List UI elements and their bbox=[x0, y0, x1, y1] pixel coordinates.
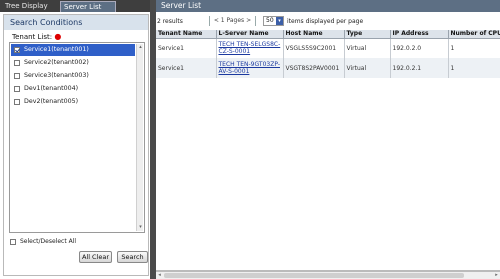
cell-cpus: 1 bbox=[448, 38, 500, 58]
tenant-item-label: Service1(tenant001) bbox=[24, 46, 89, 53]
server-table: Tenant Name L-Server Name Host Name Type… bbox=[156, 30, 500, 78]
cell-tenant: Service1 bbox=[156, 38, 217, 58]
table-horizontal-scrollbar[interactable]: ◂ ▸ bbox=[156, 271, 500, 279]
tenant-item-label: Service3(tenant003) bbox=[24, 72, 89, 79]
scroll-up-icon[interactable]: ▴ bbox=[138, 45, 143, 50]
lserver-link[interactable]: TECH TEN-SELGS8C-CZ-S-0001 bbox=[219, 41, 281, 55]
pagination-bar: 2 results < 1 Pages > 50 ▾ items display… bbox=[156, 12, 500, 30]
table-row[interactable]: Service1 TECH TEN-SELGS8C-CZ-S-0001 VSGL… bbox=[156, 38, 500, 58]
tenant-list[interactable]: Service1(tenant001) Service2(tenant002) … bbox=[9, 42, 145, 233]
column-header-cpus[interactable]: Number of CPUs bbox=[448, 30, 500, 39]
cell-lserver: TECH TEN-SELGS8C-CZ-S-0001 bbox=[216, 38, 284, 58]
tenant-checkbox[interactable] bbox=[14, 60, 20, 66]
column-header-ip-address[interactable]: IP Address bbox=[390, 30, 449, 39]
tenant-item-service1[interactable]: Service1(tenant001) bbox=[11, 44, 135, 56]
select-all-label: Select/Deselect All bbox=[20, 238, 77, 245]
scroll-right-icon[interactable]: ▸ bbox=[493, 272, 500, 279]
cell-tenant: Service1 bbox=[156, 58, 217, 78]
per-page-select[interactable]: 50 ▾ bbox=[263, 16, 284, 26]
column-header-host-name[interactable]: Host Name bbox=[283, 30, 345, 39]
page-navigator[interactable]: < 1 Pages > bbox=[209, 16, 256, 26]
cell-ip: 192.0.2.0 bbox=[390, 38, 449, 58]
scroll-left-icon[interactable]: ◂ bbox=[156, 272, 163, 279]
search-conditions-title: Search Conditions bbox=[4, 15, 148, 30]
column-header-tenant-name[interactable]: Tenant Name bbox=[156, 30, 217, 39]
tenant-item-service3[interactable]: Service3(tenant003) bbox=[11, 70, 135, 82]
tab-tree-display[interactable]: Tree Display bbox=[2, 1, 60, 12]
scrollbar-thumb[interactable] bbox=[164, 273, 464, 278]
tenant-checkbox[interactable] bbox=[14, 99, 20, 105]
tenant-checkbox[interactable] bbox=[14, 73, 20, 79]
results-count: 2 results bbox=[157, 18, 183, 25]
tenant-list-label: Tenant List: bbox=[12, 33, 53, 41]
cell-host: VSGT8S2PAV0001 bbox=[283, 58, 345, 78]
tenant-item-dev1[interactable]: Dev1(tenant004) bbox=[11, 83, 135, 95]
select-all-toggle[interactable]: Select/Deselect All bbox=[9, 237, 99, 247]
tenant-checkbox[interactable] bbox=[14, 47, 20, 53]
tenant-checkbox[interactable] bbox=[14, 86, 20, 92]
tenant-list-scrollbar[interactable]: ▴ ▾ bbox=[136, 44, 143, 231]
table-row[interactable]: Service1 TECH TEN-9GT03ZP-AV-S-0001 VSGT… bbox=[156, 58, 500, 78]
cell-host: VSGLS5S9C2001 bbox=[283, 38, 345, 58]
tenant-item-label: Service2(tenant002) bbox=[24, 59, 89, 66]
required-icon: ● bbox=[54, 32, 62, 41]
left-pane: Tree Display Server List Search Conditio… bbox=[0, 0, 150, 279]
per-page-label: items displayed per page bbox=[287, 18, 364, 25]
scroll-down-icon[interactable]: ▾ bbox=[138, 225, 143, 230]
tenant-item-label: Dev1(tenant004) bbox=[24, 85, 79, 92]
cell-cpus: 1 bbox=[448, 58, 500, 78]
server-list-title: Server List bbox=[156, 0, 500, 12]
tenant-item-label: Dev2(tenant005) bbox=[24, 98, 79, 105]
column-header-type[interactable]: Type bbox=[344, 30, 391, 39]
search-button[interactable]: Search bbox=[117, 251, 148, 263]
tenant-list-heading: Tenant List: ● bbox=[12, 32, 61, 41]
server-list-pane: Server List 2 results < 1 Pages > 50 ▾ i… bbox=[156, 0, 500, 279]
cell-type: Virtual bbox=[344, 38, 391, 58]
search-conditions-panel: Search Conditions Tenant List: ● Service… bbox=[3, 14, 149, 276]
tab-bar: Tree Display Server List bbox=[0, 0, 150, 12]
table-header-row: Tenant Name L-Server Name Host Name Type… bbox=[156, 30, 500, 39]
tenant-item-dev2[interactable]: Dev2(tenant005) bbox=[11, 96, 135, 108]
chevron-down-icon[interactable]: ▾ bbox=[276, 17, 283, 25]
cell-lserver: TECH TEN-9GT03ZP-AV-S-0001 bbox=[216, 58, 284, 78]
tab-server-list[interactable]: Server List bbox=[60, 1, 116, 12]
tenant-item-service2[interactable]: Service2(tenant002) bbox=[11, 57, 135, 69]
column-header-lserver-name[interactable]: L-Server Name bbox=[216, 30, 284, 39]
lserver-link[interactable]: TECH TEN-9GT03ZP-AV-S-0001 bbox=[219, 61, 281, 75]
cell-type: Virtual bbox=[344, 58, 391, 78]
select-all-checkbox[interactable] bbox=[10, 239, 16, 245]
cell-ip: 192.0.2.1 bbox=[390, 58, 449, 78]
all-clear-button[interactable]: All Clear bbox=[79, 251, 112, 263]
per-page-value: 50 bbox=[266, 17, 274, 24]
